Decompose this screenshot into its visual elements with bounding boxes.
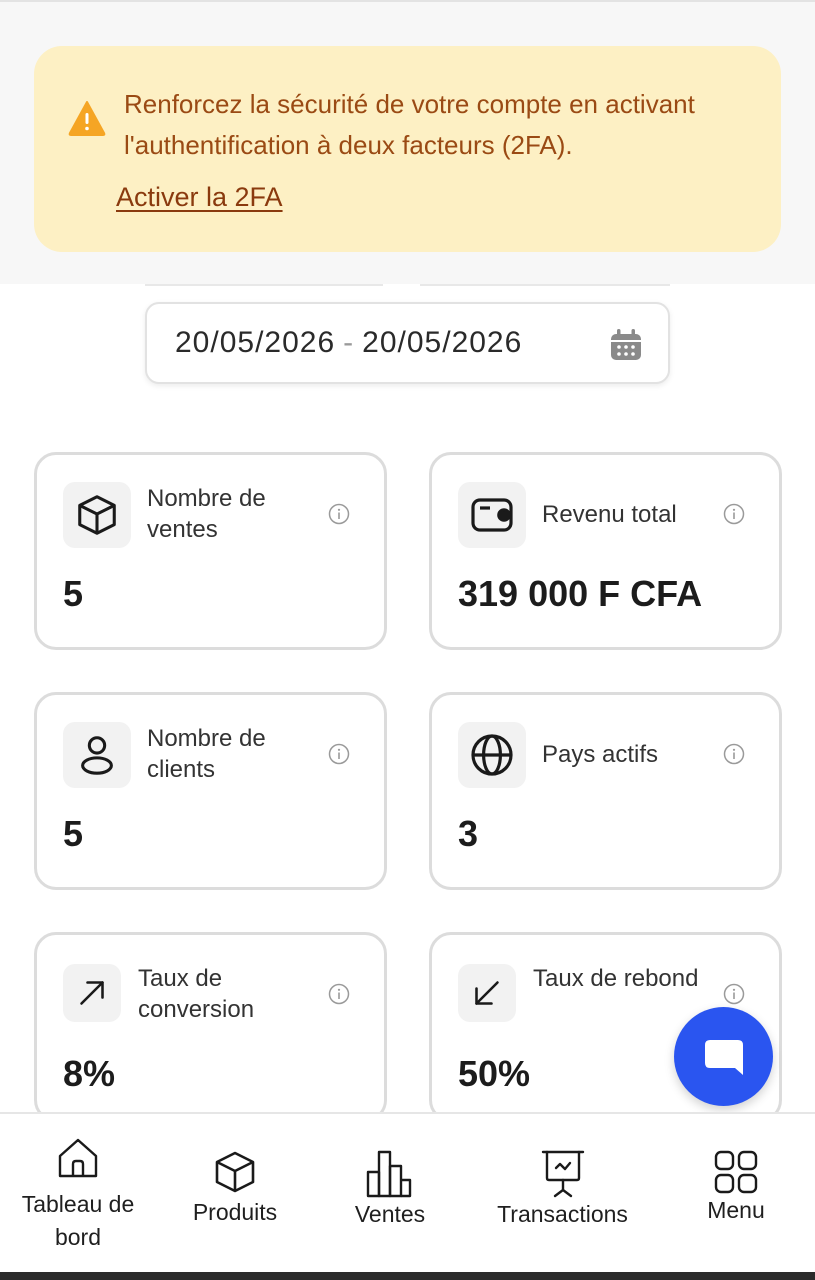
chat-button[interactable] [674, 1007, 773, 1106]
presentation-icon [541, 1150, 584, 1198]
info-icon[interactable] [328, 743, 350, 765]
stat-label: Pays actifs [542, 741, 659, 768]
info-icon[interactable] [723, 743, 745, 765]
package-icon [215, 1151, 255, 1193]
globe-icon [458, 722, 526, 788]
date-end: 20/05/2026 [362, 326, 523, 359]
stat-card-revenue: Revenu total 319 000 F CFA [429, 452, 782, 650]
stat-label: Revenu total [542, 501, 677, 528]
nav-label: Tableau de bord [21, 1191, 135, 1250]
stat-value: 319 000 F CFA [458, 573, 703, 614]
security-alert: Renforcez la sécurité de votre compte en… [34, 46, 781, 252]
nav-label: Ventes [354, 1201, 426, 1227]
stat-value: 5 [63, 573, 84, 614]
calendar-icon[interactable] [609, 328, 643, 362]
nav-item-products[interactable]: Produits [175, 1114, 295, 1274]
stat-value: 8% [63, 1053, 116, 1094]
stat-card-clients: Nombre de clients 5 [34, 692, 387, 890]
nav-label: Produits [192, 1199, 278, 1225]
bottom-navigation: Tableau de bord Produits Ventes Transact… [0, 1112, 815, 1272]
stat-label: Taux de conversion [138, 965, 255, 1023]
chat-icon [704, 1039, 743, 1075]
stat-value: 5 [63, 813, 84, 854]
warning-icon [68, 101, 106, 136]
date-separator: - [343, 326, 355, 359]
nav-item-sales[interactable]: Ventes [330, 1114, 450, 1274]
stat-label: Nombre de ventes [147, 485, 266, 543]
alert-message: Renforcez la sécurité de votre compte en… [124, 89, 695, 160]
arrow-down-left-icon [458, 964, 516, 1022]
stat-label: Taux de rebond [533, 965, 699, 992]
nav-item-menu[interactable]: Menu [676, 1114, 796, 1274]
stat-value: 50% [458, 1053, 531, 1094]
system-bar [0, 1272, 815, 1280]
stat-label: Nombre de clients [147, 725, 266, 783]
package-icon [63, 482, 131, 548]
stat-card-countries: Pays actifs 3 [429, 692, 782, 890]
enable-2fa-link[interactable]: Activer la 2FA [116, 182, 283, 213]
user-icon [63, 722, 131, 788]
nav-item-dashboard[interactable]: Tableau de bord [18, 1114, 138, 1274]
nav-label: Transactions [497, 1201, 628, 1227]
grid-icon [714, 1150, 758, 1194]
nav-item-transactions[interactable]: Transactions [485, 1114, 640, 1274]
info-icon[interactable] [723, 983, 745, 1005]
info-icon[interactable] [328, 503, 350, 525]
date-range-picker[interactable]: 20/05/2026-20/05/2026 [145, 302, 670, 384]
info-icon[interactable] [723, 503, 745, 525]
stat-value: 3 [458, 813, 479, 854]
stat-card-sales: Nombre de ventes 5 [34, 452, 387, 650]
stat-card-conversion: Taux de conversion 8% [34, 932, 387, 1122]
info-icon[interactable] [328, 983, 350, 1005]
tab-underline [420, 282, 670, 286]
arrow-up-right-icon [63, 964, 121, 1022]
bar-chart-icon [366, 1150, 412, 1198]
announcement-area: Renforcez la sécurité de votre compte en… [0, 0, 815, 284]
wallet-icon [458, 482, 526, 548]
date-start: 20/05/2026 [175, 326, 336, 359]
home-icon [58, 1138, 98, 1178]
date-range-text: 20/05/2026-20/05/2026 [175, 326, 522, 360]
tab-underline [145, 282, 383, 286]
nav-label: Menu [707, 1197, 765, 1223]
